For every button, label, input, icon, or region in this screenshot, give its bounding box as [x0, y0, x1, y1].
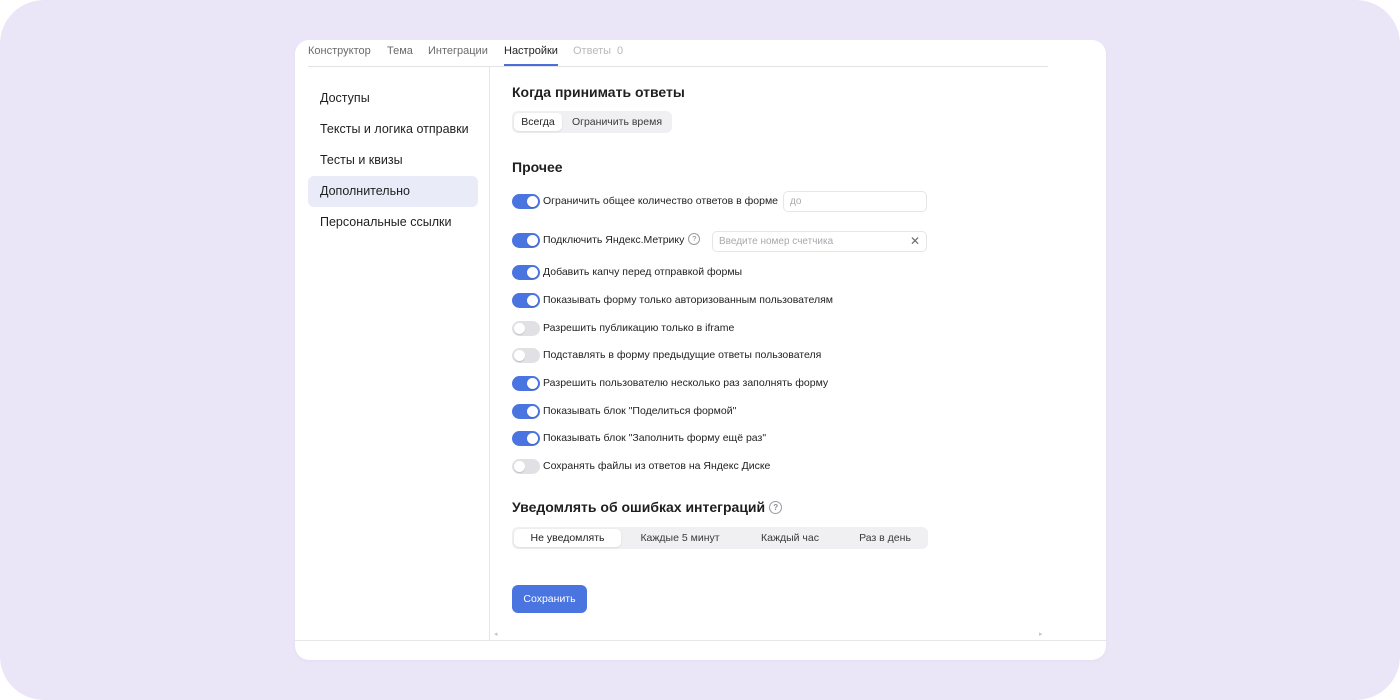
scroll-left-icon[interactable]: ◂ [494, 630, 498, 638]
toggle-knob [514, 323, 525, 334]
metrika-counter-input[interactable] [719, 232, 895, 251]
toggle-iframe-only[interactable] [512, 321, 540, 336]
toggle-refill-block[interactable] [512, 431, 540, 446]
sidebar-item-additional[interactable]: Дополнительно [308, 176, 478, 207]
setting-label-iframe-only: Разрешить публикацию только в iframe [543, 322, 735, 334]
setting-label-save-files-disk: Сохранять файлы из ответов на Яндекс Дис… [543, 460, 771, 472]
save-button[interactable]: Сохранить [512, 585, 587, 613]
toggle-save-files-disk[interactable] [512, 459, 540, 474]
notify-option-hourly[interactable]: Каждый час [738, 529, 842, 547]
toggle-metrika[interactable] [512, 233, 540, 248]
limit-count-field[interactable] [783, 191, 927, 212]
setting-label-authorized-only: Показывать форму только авторизованным п… [543, 294, 833, 306]
sidebar-item-access[interactable]: Доступы [308, 83, 478, 114]
toggle-knob [527, 235, 538, 246]
when-section-title: Когда принимать ответы [512, 84, 685, 100]
toggle-knob [527, 378, 538, 389]
toggle-limit-responses[interactable] [512, 194, 540, 209]
setting-label-share-block: Показывать блок "Поделиться формой" [543, 405, 737, 417]
toggle-knob [527, 196, 538, 207]
when-option-always[interactable]: Всегда [514, 113, 562, 131]
other-section-title: Прочее [512, 159, 563, 175]
metrika-counter-field[interactable]: ✕ [712, 231, 927, 252]
toggle-multiple-submissions[interactable] [512, 376, 540, 391]
limit-count-input[interactable] [790, 192, 906, 211]
sidebar-item-tests-quizzes[interactable]: Тесты и квизы [308, 145, 478, 176]
tab-constructor[interactable]: Конструктор [308, 45, 371, 57]
metrika-label-text: Подключить Яндекс.Метрику [543, 234, 685, 246]
tab-bar: Конструктор Тема Интеграции Настройки От… [308, 40, 1048, 67]
when-option-limit-time[interactable]: Ограничить время [564, 113, 670, 131]
setting-label-limit-responses: Ограничить общее количество ответов в фо… [543, 195, 779, 207]
toggle-knob [514, 461, 525, 472]
responses-count: 0 [617, 45, 624, 57]
page-background: Конструктор Тема Интеграции Настройки От… [0, 0, 1400, 700]
setting-label-multiple-submissions: Разрешить пользователю несколько раз зап… [543, 377, 829, 389]
sidebar-item-texts-logic[interactable]: Тексты и логика отправки [308, 114, 478, 145]
clear-icon[interactable]: ✕ [910, 232, 920, 251]
notify-option-daily[interactable]: Раз в день [844, 529, 926, 547]
tab-responses[interactable]: Ответы 0 [573, 45, 623, 57]
setting-label-refill-block: Показывать блок "Заполнить форму ещё раз… [543, 432, 767, 444]
toggle-share-block[interactable] [512, 404, 540, 419]
question-circle-icon[interactable]: ? [769, 500, 783, 514]
tab-responses-label: Ответы [573, 45, 612, 57]
settings-window: Конструктор Тема Интеграции Настройки От… [295, 40, 1106, 660]
tab-integrations[interactable]: Интеграции [428, 45, 488, 57]
toggle-knob [527, 267, 538, 278]
bottom-divider [295, 640, 1106, 641]
sidebar-item-personal-links[interactable]: Персональные ссылки [308, 207, 478, 238]
setting-label-captcha: Добавить капчу перед отправкой формы [543, 266, 743, 278]
notify-section-title: Уведомлять об ошибках интеграций? [512, 499, 783, 515]
toggle-captcha[interactable] [512, 265, 540, 280]
toggle-knob [527, 295, 538, 306]
setting-label-metrika: Подключить Яндекс.Метрику? [543, 233, 701, 248]
setting-label-prefill-answers: Подставлять в форму предыдущие ответы по… [543, 349, 822, 361]
tab-theme[interactable]: Тема [387, 45, 413, 57]
toggle-knob [527, 406, 538, 417]
when-segmented-control: Всегда Ограничить время [512, 111, 672, 133]
toggle-prefill-answers[interactable] [512, 348, 540, 363]
toggle-authorized-only[interactable] [512, 293, 540, 308]
sidebar-divider [489, 66, 490, 640]
notify-option-5min[interactable]: Каждые 5 минут [624, 529, 736, 547]
notify-segmented-control: Не уведомлять Каждые 5 минут Каждый час … [512, 527, 928, 549]
toggle-knob [527, 433, 538, 444]
tab-settings[interactable]: Настройки [504, 45, 558, 66]
notify-option-never[interactable]: Не уведомлять [514, 529, 621, 547]
scroll-right-icon[interactable]: ▸ [1039, 630, 1043, 638]
question-circle-icon[interactable]: ? [688, 233, 701, 246]
notify-title-text: Уведомлять об ошибках интеграций [512, 499, 766, 515]
toggle-knob [514, 350, 525, 361]
